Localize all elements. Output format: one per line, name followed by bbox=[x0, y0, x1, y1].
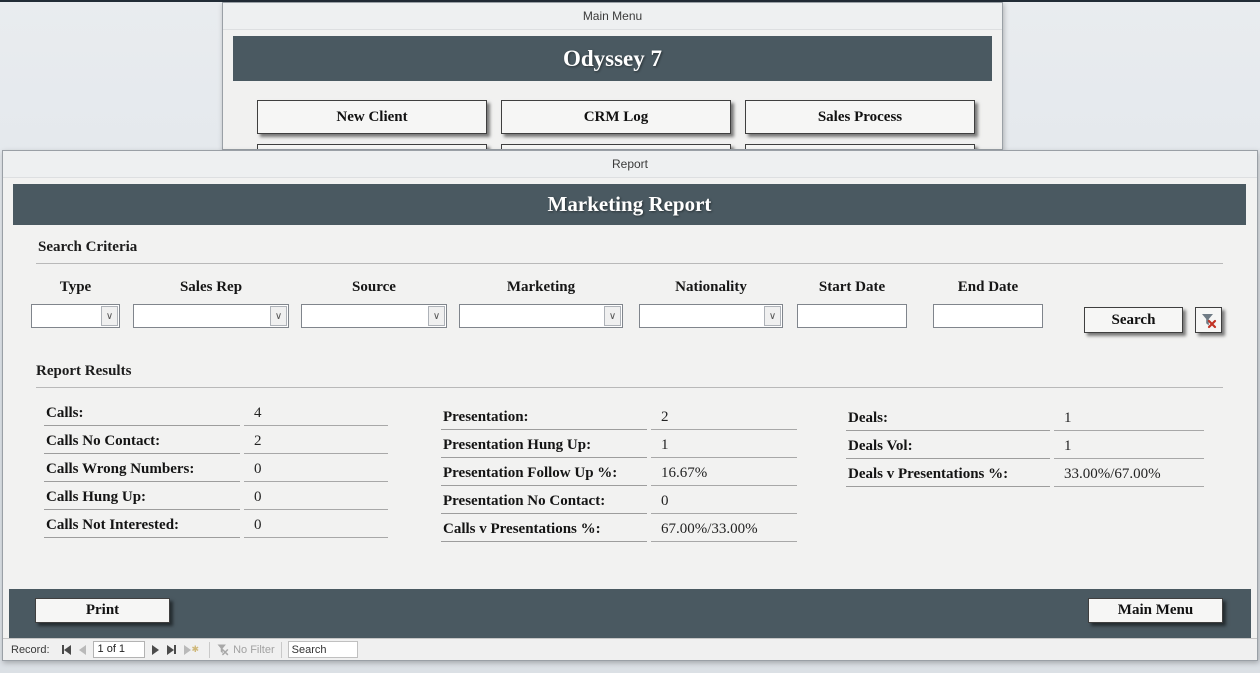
record-position: 1 of 1 bbox=[93, 641, 145, 658]
report-results-title: Report Results bbox=[36, 363, 131, 380]
result-row-presentation-hung-up: Presentation Hung Up: 1 bbox=[441, 437, 797, 458]
source-combobox[interactable]: ∨ bbox=[301, 304, 447, 328]
result-value: 0 bbox=[244, 517, 388, 538]
result-value: 0 bbox=[244, 461, 388, 482]
type-field: Type ∨ bbox=[31, 279, 120, 328]
end-date-input[interactable] bbox=[933, 304, 1043, 328]
record-navigation-bar: Record: 1 of 1 ✱ No Filter bbox=[3, 638, 1257, 660]
result-value: 1 bbox=[1054, 410, 1204, 431]
nationality-label: Nationality bbox=[639, 279, 783, 296]
start-date-label: Start Date bbox=[797, 279, 907, 296]
chevron-down-icon[interactable]: ∨ bbox=[764, 306, 781, 326]
nationality-combobox[interactable]: ∨ bbox=[639, 304, 783, 328]
result-value: 0 bbox=[244, 489, 388, 510]
report-footer-bar: Print Main Menu bbox=[9, 589, 1251, 638]
marketing-field: Marketing ∨ bbox=[459, 279, 623, 328]
result-row-calls-v-presentations: Calls v Presentations %: 67.00%/33.00% bbox=[441, 521, 797, 542]
result-label: Calls v Presentations %: bbox=[441, 521, 647, 542]
marketing-report-header: Marketing Report bbox=[13, 184, 1246, 225]
result-row-deals: Deals: 1 bbox=[846, 410, 1204, 431]
chevron-down-icon[interactable]: ∨ bbox=[101, 306, 118, 326]
start-date-input[interactable] bbox=[797, 304, 907, 328]
nationality-field: Nationality ∨ bbox=[639, 279, 783, 328]
last-record-icon[interactable] bbox=[167, 645, 176, 655]
result-value: 2 bbox=[244, 433, 388, 454]
result-label: Presentation No Contact: bbox=[441, 493, 647, 514]
report-window-title: Report bbox=[3, 151, 1257, 178]
sales-rep-combobox[interactable]: ∨ bbox=[133, 304, 289, 328]
no-filter-label: No Filter bbox=[233, 644, 275, 656]
sales-rep-field: Sales Rep ∨ bbox=[133, 279, 289, 328]
result-value: 0 bbox=[651, 493, 797, 514]
result-row-calls-not-interested: Calls Not Interested: 0 bbox=[44, 517, 388, 538]
sales-process-button[interactable]: Sales Process bbox=[745, 100, 975, 134]
previous-record-icon[interactable] bbox=[79, 645, 86, 655]
result-value: 67.00%/33.00% bbox=[651, 521, 797, 542]
section-divider bbox=[36, 263, 1223, 264]
report-window: Report Marketing Report Search Criteria … bbox=[2, 150, 1258, 661]
print-button[interactable]: Print bbox=[35, 598, 170, 623]
no-filter-icon bbox=[216, 643, 229, 656]
start-date-field: Start Date bbox=[797, 279, 907, 328]
result-label: Deals v Presentations %: bbox=[846, 466, 1050, 487]
search-button[interactable]: Search bbox=[1084, 307, 1183, 333]
source-field: Source ∨ bbox=[301, 279, 447, 328]
odyssey-header: Odyssey 7 bbox=[233, 36, 992, 81]
first-record-icon[interactable] bbox=[62, 645, 71, 655]
result-row-deals-vol: Deals Vol: 1 bbox=[846, 438, 1204, 459]
result-label: Deals: bbox=[846, 410, 1050, 431]
result-value: 16.67% bbox=[651, 465, 797, 486]
result-label: Presentation Follow Up %: bbox=[441, 465, 647, 486]
result-value: 33.00%/67.00% bbox=[1054, 466, 1204, 487]
result-label: Calls Not Interested: bbox=[44, 517, 240, 538]
type-label: Type bbox=[31, 279, 120, 296]
result-label: Presentation: bbox=[441, 409, 647, 430]
chevron-down-icon[interactable]: ∨ bbox=[604, 306, 621, 326]
result-row-calls-hung-up: Calls Hung Up: 0 bbox=[44, 489, 388, 510]
sales-rep-label: Sales Rep bbox=[133, 279, 289, 296]
divider bbox=[281, 642, 282, 658]
search-criteria-title: Search Criteria bbox=[38, 239, 137, 256]
result-label: Calls No Contact: bbox=[44, 433, 240, 454]
result-value: 4 bbox=[244, 405, 388, 426]
main-menu-window-title: Main Menu bbox=[223, 3, 1002, 30]
result-row-deals-v-presentations: Deals v Presentations %: 33.00%/67.00% bbox=[846, 466, 1204, 487]
record-label: Record: bbox=[11, 644, 50, 656]
result-row-presentation-follow-up: Presentation Follow Up %: 16.67% bbox=[441, 465, 797, 486]
result-label: Calls Hung Up: bbox=[44, 489, 240, 510]
result-label: Presentation Hung Up: bbox=[441, 437, 647, 458]
end-date-field: End Date bbox=[933, 279, 1043, 328]
result-row-calls-no-contact: Calls No Contact: 2 bbox=[44, 433, 388, 454]
divider bbox=[209, 642, 210, 658]
new-client-button[interactable]: New Client bbox=[257, 100, 487, 134]
clear-filter-button[interactable] bbox=[1195, 307, 1222, 333]
type-combobox[interactable]: ∨ bbox=[31, 304, 120, 328]
source-label: Source bbox=[301, 279, 447, 296]
marketing-label: Marketing bbox=[459, 279, 623, 296]
result-label: Calls: bbox=[44, 405, 240, 426]
new-record-icon[interactable]: ✱ bbox=[184, 645, 200, 655]
result-row-calls-wrong-numbers: Calls Wrong Numbers: 0 bbox=[44, 461, 388, 482]
next-record-icon[interactable] bbox=[152, 645, 159, 655]
section-divider bbox=[36, 387, 1223, 388]
result-value: 2 bbox=[651, 409, 797, 430]
filter-clear-icon bbox=[1200, 312, 1217, 329]
crm-log-button[interactable]: CRM Log bbox=[501, 100, 731, 134]
end-date-label: End Date bbox=[933, 279, 1043, 296]
main-menu-window: Main Menu Odyssey 7 New Client CRM Log S… bbox=[222, 2, 1003, 150]
filter-status[interactable]: No Filter bbox=[216, 643, 275, 656]
chevron-down-icon[interactable]: ∨ bbox=[428, 306, 445, 326]
result-row-presentation-no-contact: Presentation No Contact: 0 bbox=[441, 493, 797, 514]
result-row-calls: Calls: 4 bbox=[44, 405, 388, 426]
main-menu-button[interactable]: Main Menu bbox=[1088, 598, 1223, 623]
marketing-combobox[interactable]: ∨ bbox=[459, 304, 623, 328]
result-value: 1 bbox=[651, 437, 797, 458]
result-row-presentation: Presentation: 2 bbox=[441, 409, 797, 430]
chevron-down-icon[interactable]: ∨ bbox=[270, 306, 287, 326]
result-value: 1 bbox=[1054, 438, 1204, 459]
result-label: Deals Vol: bbox=[846, 438, 1050, 459]
record-search-input[interactable] bbox=[288, 641, 358, 658]
result-label: Calls Wrong Numbers: bbox=[44, 461, 240, 482]
